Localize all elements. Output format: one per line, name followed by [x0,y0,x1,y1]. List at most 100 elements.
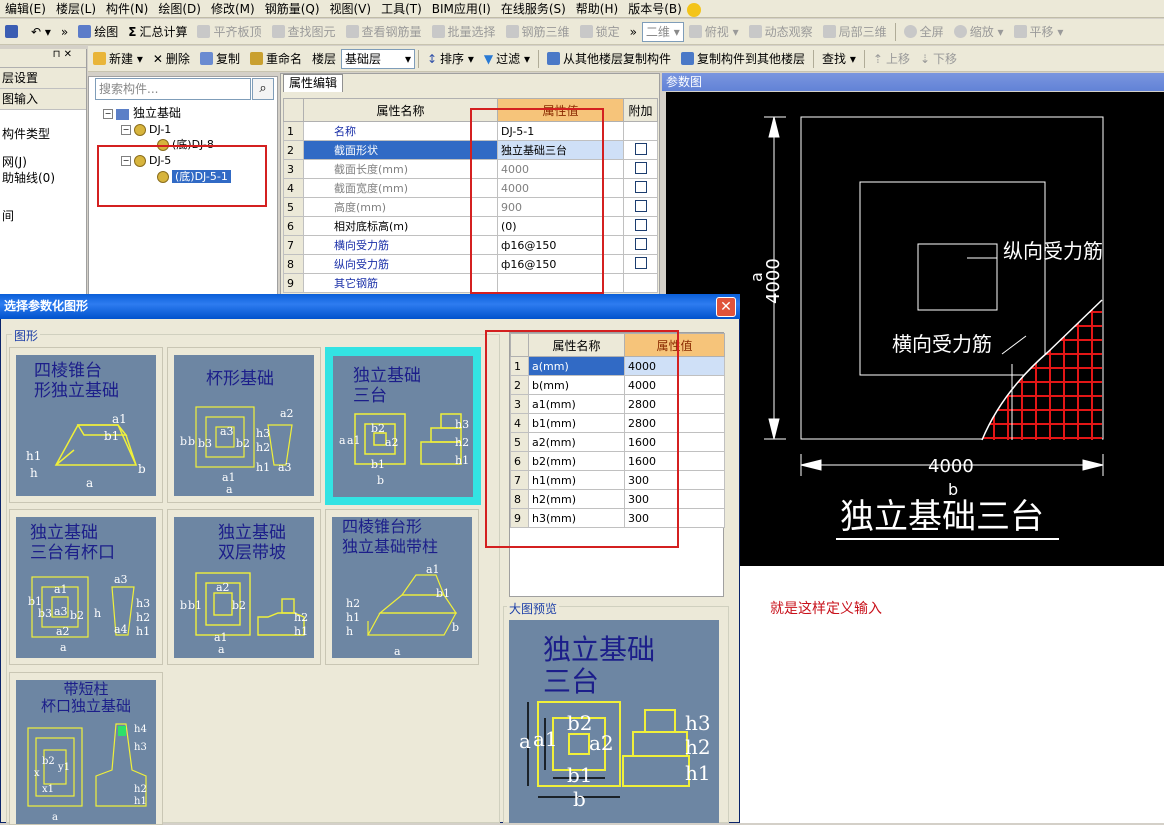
svg-text:a: a [60,641,67,654]
magnifier-icon [953,25,967,38]
menu-draw[interactable]: 绘图(D) [153,0,206,18]
new-button[interactable]: 新建 ▾ [88,48,148,70]
svg-text:h3: h3 [455,418,469,431]
search-icon[interactable]: ⌕ [252,78,274,100]
copy-button[interactable]: 复制 [195,48,245,70]
tree-root[interactable]: − 独立基础 [103,106,181,121]
svg-text:h1: h1 [294,625,308,638]
shape-thumb-7[interactable]: 带短柱 杯口独立基础 x b2 y1 x1 h4 h3 h2 h1 a [9,672,163,825]
row-number: 4 [283,178,304,198]
close-icon[interactable]: ✕ [716,297,736,317]
svg-text:h3: h3 [136,597,150,610]
filter-button[interactable]: ▼ 过滤 ▾ [479,48,535,70]
shape-thumb-drawing: b ba3b3 b2h3h2h1 a3a1aa2 [180,406,294,496]
checkbox[interactable] [634,161,647,174]
view-mode-select[interactable]: 二维 ▾ [641,21,684,42]
svg-text:b3: b3 [38,607,52,620]
nav-item-grid[interactable]: 网(J) [0,154,86,170]
rebar-3d-button[interactable]: 钢筋三维 [501,21,575,43]
checkbox[interactable] [634,237,647,250]
tree-node[interactable]: − DJ-1 [121,123,171,137]
undo-button[interactable]: ↶ ▾ [26,21,56,43]
overflow-icon[interactable]: » [625,21,642,43]
property-name: 其它钢筋 [303,273,498,293]
sort-button[interactable]: ↕ 排序 ▾ [422,48,479,70]
checkbox[interactable] [634,142,647,155]
overflow-icon[interactable]: » [56,21,73,43]
notes-area[interactable]: 就是这样定义输入 [740,566,1164,823]
zoom-button[interactable]: 缩放 ▾ [949,21,1009,43]
checkbox[interactable] [634,218,647,231]
delete-button[interactable]: ✕ 删除 [148,48,195,70]
shape-group-label: 图形 [12,327,41,344]
search-input[interactable]: 搜索构件... [95,78,251,100]
svg-text:b1: b1 [104,429,119,443]
param-drawing: 纵向受力筋 横向受力筋 4000 a 4000 b 独立基础三台 [747,116,1104,540]
shape-thumb-6[interactable]: 四棱锥台形 独立基础带柱 h2 h1 h a1 b1 b a [325,509,479,665]
nav-item-drawing-input[interactable]: 图输入 [0,89,86,110]
save-icon[interactable] [0,21,26,43]
col-prop-name: 属性名称 [303,98,498,122]
nav-item-element-type[interactable]: 构件类型 [0,124,86,144]
shape-thumb-1[interactable]: 四棱锥台 形独立基础 h1 h b a1 b1 a [9,347,163,503]
find-element-button[interactable]: 查找图元 [267,21,341,43]
menu-floor[interactable]: 楼层(L) [51,0,101,18]
sum-button[interactable]: Σ 汇总计算 [123,21,192,43]
row-number: 2 [283,140,304,160]
row-number: 9 [283,273,304,293]
nav-item-floor-settings[interactable]: 层设置 [0,68,86,89]
hand-icon [1013,25,1027,38]
local-3d-button[interactable]: 局部三维 [818,21,892,43]
annotation-red-box [470,108,604,294]
menu-tools[interactable]: 工具(T) [376,0,427,18]
pan-button[interactable]: 平移 ▾ [1009,21,1069,43]
dim-h3: h3 [685,711,711,735]
shape-thumb-2[interactable]: 杯形基础 b b a3 b3 b2 h3 h2 h1 a3 a1 a a2 [167,347,321,503]
menu-rebar[interactable]: 钢筋量(Q) [260,0,325,18]
pin-icon[interactable]: ⊓ ✕ [53,49,72,60]
checkbox[interactable] [634,256,647,269]
menu-online[interactable]: 在线服务(S) [496,0,571,18]
checkbox[interactable] [634,180,647,193]
batch-select-button[interactable]: 批量选择 [427,21,501,43]
view-rebar-button[interactable]: 查看钢筋量 [341,21,427,43]
param-title: 独立基础三台 [840,497,1044,537]
flush-slab-button[interactable]: 平齐板顶 [192,21,266,43]
svg-text:b: b [188,435,195,448]
top-view-button[interactable]: 俯视 ▾ [684,21,744,43]
draw-icon [78,25,92,38]
svg-text:a: a [218,643,225,656]
floor-select[interactable]: 基础层 ▾ [340,48,415,69]
shape-thumb-4[interactable]: 独立基础 三台有杯口 a1 b1 a3 b3 b2 a2 a a3 h3 h2 h1 a4 h [9,509,163,665]
property-extra-cell [623,235,658,255]
rename-button[interactable]: 重命名 [245,48,307,70]
svg-text:a: a [226,483,233,496]
menu-help[interactable]: 帮助(H) [571,0,623,18]
shape-thumb-5[interactable]: 独立基础 双层带坡 a2 b b1 b2 a1 a h2 h1 [167,509,321,665]
find-button[interactable]: 查找 ▾ [817,48,861,70]
copy-from-floor-button[interactable]: 从其他楼层复制构件 [542,48,676,70]
dynamic-view-button[interactable]: 动态观察 [744,21,818,43]
copy-to-floor-button[interactable]: 复制构件到其他楼层 [676,48,810,70]
menu-element[interactable]: 构件(N) [101,0,153,18]
svg-text:h: h [94,607,101,620]
left-nav-header: ⊓ ✕ [0,49,86,68]
menu-edit[interactable]: 编辑(E) [0,0,51,18]
flush-icon [197,25,211,38]
shape-thumb-3-selected[interactable]: 独立基础 三台 a a1 b2 a2 b1 b h3 h2 h1 [325,347,481,505]
checkbox[interactable] [634,199,647,212]
property-name: 纵向受力筋 [303,254,498,274]
menu-version[interactable]: 版本号(B) [623,0,687,18]
nav-item-aux-axis[interactable]: 助轴线(0) [0,170,86,186]
lock-button[interactable]: 锁定 [575,21,625,43]
menu-bim[interactable]: BIM应用(I) [427,0,496,18]
tab-property-edit[interactable]: 属性编辑 [283,74,343,92]
draw-button[interactable]: 绘图 [73,21,123,43]
move-down-button[interactable]: ⇣ 下移 [915,48,962,70]
move-up-button[interactable]: ⇡ 上移 [868,48,915,70]
svg-text:b3: b3 [198,437,212,450]
fullscreen-button[interactable]: 全屏 [899,21,949,43]
menu-modify[interactable]: 修改(M) [206,0,260,18]
menu-view[interactable]: 视图(V) [325,0,377,18]
nav-item-room[interactable]: 间 [0,206,86,226]
